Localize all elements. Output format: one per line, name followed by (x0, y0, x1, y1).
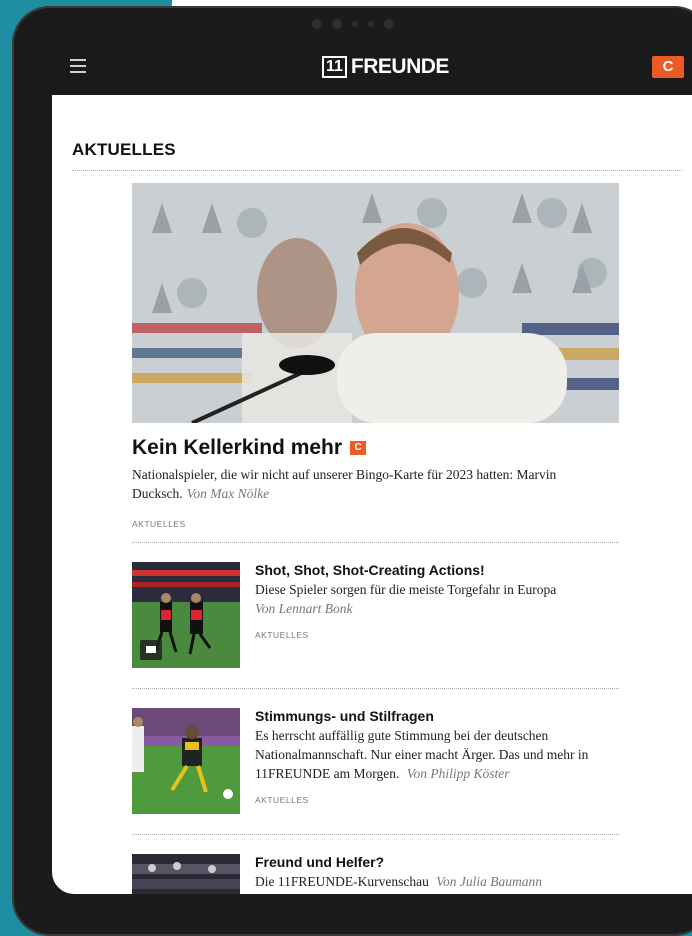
section-divider (72, 170, 682, 171)
tablet-frame: 11 FREUNDE C AKTUELLES Kein Kellerkind m… (12, 6, 692, 936)
screen: 11 FREUNDE C AKTUELLES Kein Kellerkind m… (52, 39, 692, 894)
logo-number: 11 (322, 56, 347, 78)
hero-article-byline: Von Max Nölke (186, 486, 270, 501)
article-byline: Von Philipp Köster (406, 766, 510, 781)
camera-area (312, 17, 394, 31)
article-thumbnail[interactable] (132, 854, 240, 894)
hero-article-description: Nationalspieler, die wir nicht auf unser… (132, 467, 557, 501)
top-navigation-bar: 11 FREUNDE C (52, 39, 692, 95)
article-description: Diese Spieler sorgen für die meiste Torg… (255, 582, 557, 616)
account-button[interactable]: C (652, 56, 684, 78)
article-description: Es herrscht auffällig gute Stimmung bei … (255, 728, 589, 781)
site-logo[interactable]: 11 FREUNDE (322, 53, 449, 81)
article-text: Freund und Helfer? Die 11FREUNDE-Kurvens… (255, 854, 615, 891)
article-divider (132, 834, 619, 835)
article-title[interactable]: Stimmungs- und Stilfragen (255, 708, 615, 724)
hamburger-menu-icon[interactable] (70, 59, 86, 77)
section-title: AKTUELLES (72, 140, 176, 159)
article-byline: Von Julia Baumann (436, 874, 542, 889)
premium-badge-icon: C (350, 441, 367, 455)
article-thumbnail[interactable] (132, 562, 240, 668)
hero-image[interactable] (132, 183, 619, 423)
video-icon (140, 640, 162, 660)
article-divider (132, 542, 619, 543)
article-description: Die 11FREUNDE-Kurvenschau Von Julia Baum… (255, 874, 542, 889)
hero-article-title[interactable]: Kein Kellerkind mehr C (132, 436, 367, 460)
article-byline: Von Lennart Bonk (255, 601, 353, 616)
hero-article-category[interactable]: AKTUELLES (132, 519, 186, 529)
article-category[interactable]: AKTUELLES (255, 630, 615, 640)
article-thumbnail[interactable] (132, 708, 240, 814)
article-text: Stimmungs- und Stilfragen Es herrscht au… (255, 708, 615, 805)
logo-word: FREUNDE (350, 55, 450, 78)
article-title[interactable]: Freund und Helfer? (255, 854, 615, 870)
article-category[interactable]: AKTUELLES (255, 795, 615, 805)
article-text: Shot, Shot, Shot-Creating Actions! Diese… (255, 562, 615, 640)
article-divider (132, 688, 619, 689)
article-title[interactable]: Shot, Shot, Shot-Creating Actions! (255, 562, 615, 578)
